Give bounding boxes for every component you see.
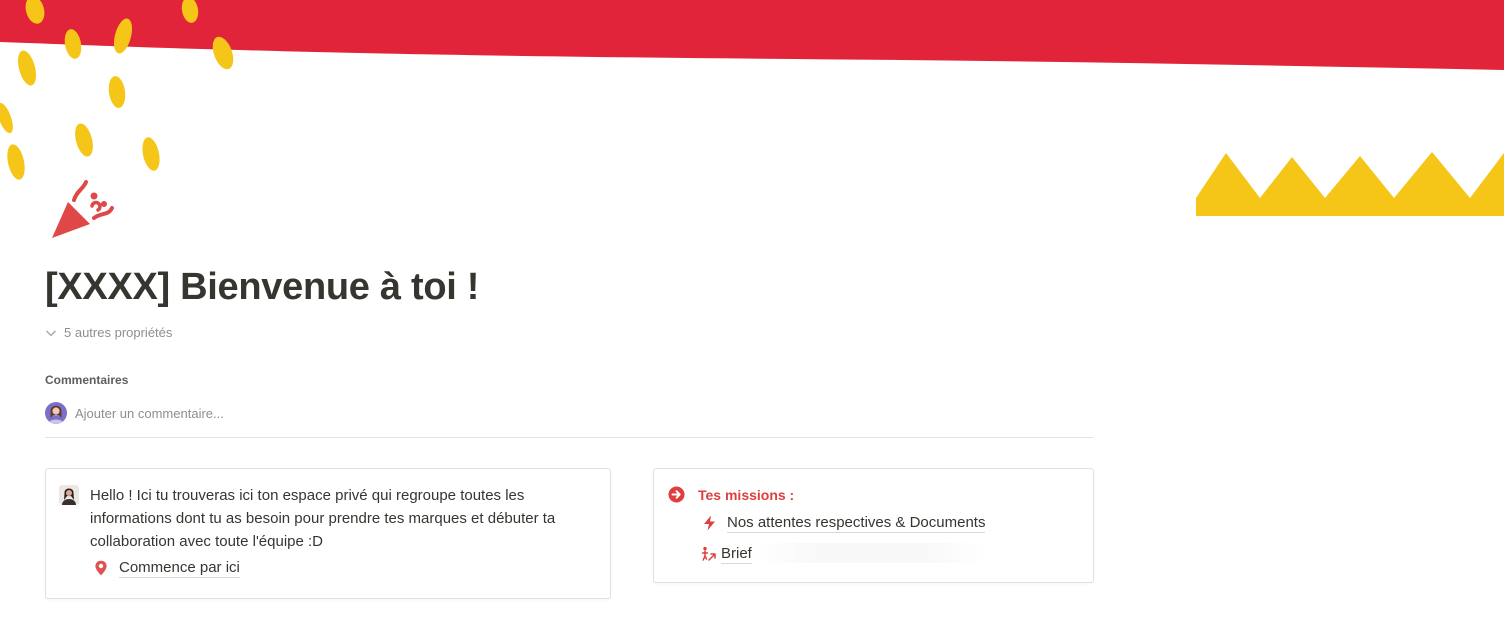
- comment-input[interactable]: [75, 405, 675, 421]
- page-title[interactable]: [XXXX] Bienvenue à toi !: [45, 266, 479, 309]
- comments-label: Commentaires: [45, 373, 129, 387]
- link-brief[interactable]: Brief: [701, 544, 752, 564]
- party-popper-icon[interactable]: [46, 178, 118, 250]
- link-nos-attentes[interactable]: Nos attentes respectives & Documents: [701, 513, 986, 533]
- avatar: [59, 485, 79, 505]
- person-arrow-icon: [701, 546, 717, 562]
- link-label: Brief: [721, 545, 752, 564]
- properties-toggle[interactable]: 5 autres propriétés: [45, 325, 172, 340]
- properties-toggle-label: 5 autres propriétés: [64, 325, 173, 340]
- arrow-circle-right-icon: [668, 486, 685, 503]
- link-label: Commence par ici: [119, 559, 240, 578]
- comment-composer[interactable]: [45, 400, 1093, 426]
- cover-image: [0, 0, 1504, 216]
- lightning-bolt-icon: [701, 515, 717, 531]
- missions-heading-label: Tes missions :: [698, 486, 795, 503]
- link-label: Nos attentes respectives & Documents: [727, 514, 986, 533]
- avatar: [45, 402, 67, 424]
- link-commence-par-ici[interactable]: Commence par ici: [93, 558, 240, 578]
- chevron-down-icon: [46, 330, 56, 336]
- divider: [45, 437, 1093, 438]
- redacted-area: [754, 543, 989, 563]
- map-pin-icon: [93, 560, 109, 576]
- intro-callout: Hello ! Ici tu trouveras ici ton espace …: [45, 468, 611, 599]
- intro-text: Hello ! Ici tu trouveras ici ton espace …: [90, 487, 556, 550]
- missions-heading: Tes missions :: [668, 486, 794, 503]
- missions-callout: Tes missions : Nos attentes respectives …: [653, 468, 1094, 583]
